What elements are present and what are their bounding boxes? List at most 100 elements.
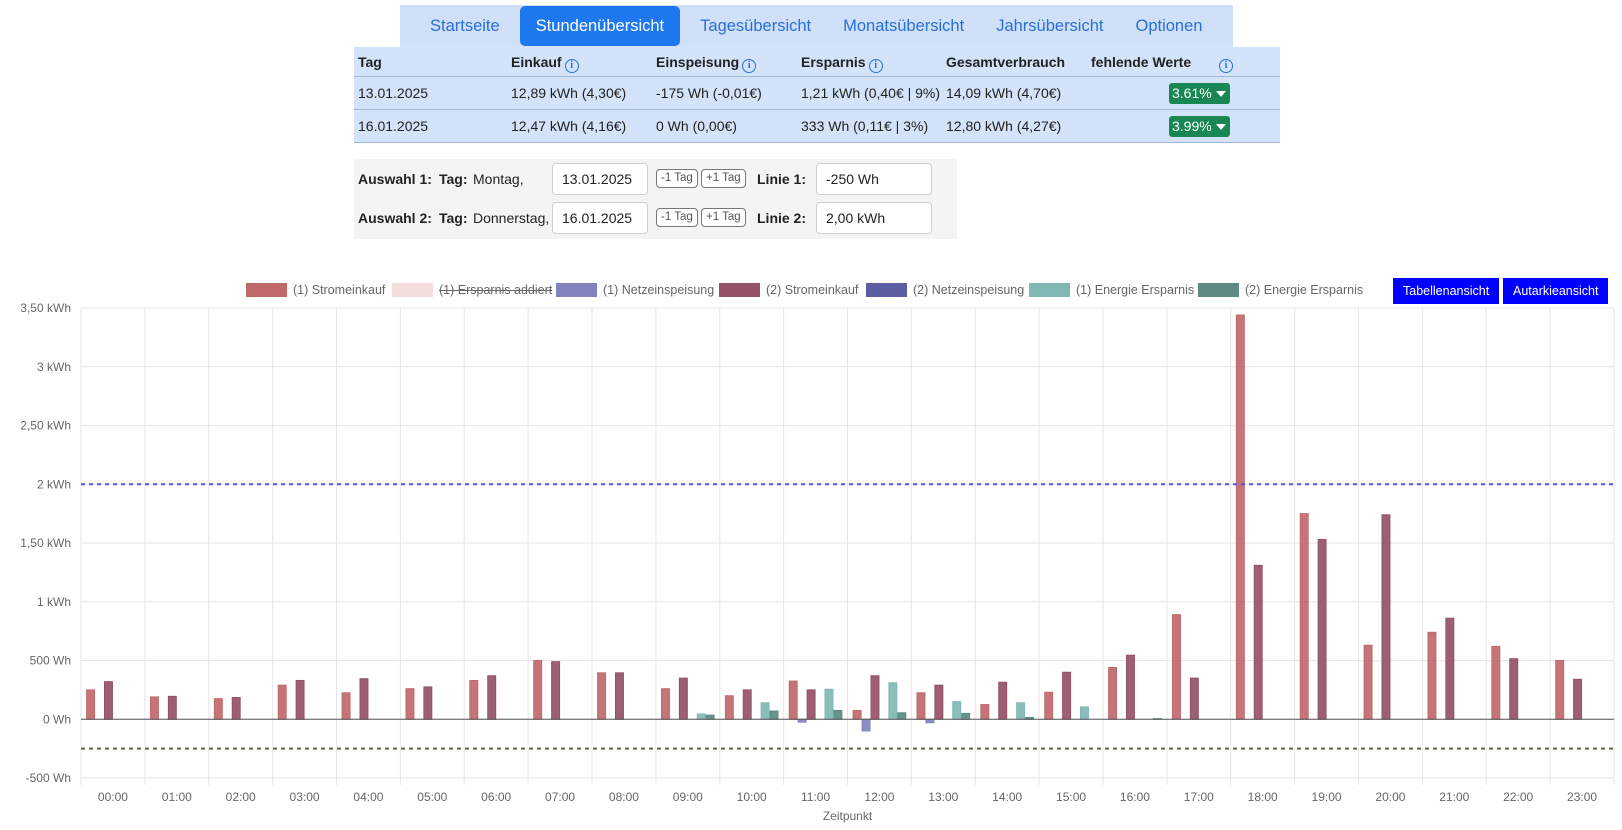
x-tick-label: 09:00	[673, 790, 703, 804]
legend-label: (1) Stromeinkauf	[293, 283, 386, 297]
x-tick-label: 11:00	[801, 790, 830, 804]
x-tick-label: 07:00	[545, 790, 575, 804]
x-tick-label: 15:00	[1056, 790, 1086, 804]
bar	[806, 689, 816, 720]
nav-startseite[interactable]: Startseite	[414, 6, 516, 46]
date-input[interactable]	[552, 163, 648, 195]
bar	[742, 689, 752, 720]
bar	[1125, 654, 1135, 720]
bar	[870, 675, 880, 720]
bar	[760, 702, 770, 720]
row-purchase: 12,89 kWh (4,30€)	[511, 85, 627, 101]
bar	[1044, 691, 1054, 720]
y-tick-label: -500 Wh	[26, 771, 71, 785]
bar	[660, 688, 670, 720]
bar	[103, 681, 113, 720]
day-label: Tag:	[439, 171, 468, 187]
legend-item[interactable]: (1) Energie Ersparnis	[1029, 280, 1194, 300]
missing-values-badge[interactable]: 3.61%	[1169, 83, 1230, 104]
legend-swatch	[1029, 283, 1070, 297]
bar	[167, 695, 177, 720]
legend-item[interactable]: (2) Energie Ersparnis	[1198, 280, 1363, 300]
missing-values-badge[interactable]: 3.99%	[1169, 116, 1230, 137]
x-axis-title: Zeitpunkt	[823, 809, 873, 823]
summary-row: 13.01.2025 12,89 kWh (4,30€) -175 Wh (-0…	[354, 77, 1280, 110]
legend-item[interactable]: (1) Ersparnis addiert	[392, 280, 552, 300]
legend-label: (1) Energie Ersparnis	[1076, 283, 1195, 297]
legend-item[interactable]: (2) Netzeinspeisung	[866, 280, 1024, 300]
info-icon[interactable]: i	[564, 59, 579, 73]
x-tick-label: 17:00	[1184, 790, 1214, 804]
nav-jahrsuebersicht[interactable]: Jahrsübersicht	[980, 6, 1119, 46]
selection-panel: Auswahl 1: Tag: Montag, -1 Tag +1 Tag Li…	[354, 159, 957, 239]
bar	[86, 689, 96, 720]
x-tick-label: 04:00	[353, 790, 383, 804]
legend-swatch	[1198, 283, 1239, 297]
nav-optionen-dropdown[interactable]: Optionen	[1120, 6, 1234, 70]
header-feed-in-label: Einspeisung	[656, 54, 740, 70]
legend-swatch	[392, 283, 433, 297]
bar	[597, 672, 607, 720]
legend-item[interactable]: (1) Stromeinkauf	[246, 280, 385, 300]
bar	[1573, 678, 1583, 720]
selection-row-2: Auswahl 2: Tag: Donnerstag, -1 Tag +1 Ta…	[354, 200, 957, 236]
line-value-input[interactable]	[816, 163, 932, 195]
legend-label: (2) Netzeinspeisung	[913, 283, 1025, 297]
bar	[961, 712, 971, 720]
weekday-text: Montag,	[473, 171, 524, 187]
row-total: 14,09 kWh (4,70€)	[946, 85, 1062, 101]
chart-legend: (1) Stromeinkauf (1) Ersparnis addiert (…	[0, 280, 1622, 300]
bar	[1491, 645, 1501, 720]
selection-label: Auswahl 1:	[358, 171, 432, 187]
y-tick-label: 3,50 kWh	[20, 301, 71, 315]
header-missing-info: i	[1216, 47, 1233, 77]
y-tick-label: 500 Wh	[30, 654, 71, 668]
y-tick-label: 1 kWh	[37, 595, 71, 609]
x-tick-label: 19:00	[1312, 790, 1342, 804]
x-tick-label: 08:00	[609, 790, 639, 804]
bar	[1016, 702, 1026, 720]
y-tick-label: 2 kWh	[37, 477, 71, 491]
nav-tagesuebersicht[interactable]: Tagesübersicht	[684, 6, 827, 46]
header-missing: fehlende Werte	[1091, 54, 1192, 70]
bar	[888, 682, 898, 720]
x-tick-label: 00:00	[98, 790, 128, 804]
legend-item[interactable]: (1) Netzeinspeisung	[556, 280, 714, 300]
caret-down-icon	[1215, 91, 1226, 98]
bar	[769, 710, 779, 720]
y-tick-label: 2,50 kWh	[20, 419, 71, 433]
summary-header-row: Tag Einkauf i Einspeisung i Ersparnis i Ges…	[354, 47, 1280, 77]
nav-stundenuebersicht[interactable]: Stundenübersicht	[519, 6, 681, 46]
x-tick-label: 13:00	[928, 790, 958, 804]
day-label: Tag:	[439, 210, 468, 226]
bar	[952, 701, 962, 720]
minus-day-button[interactable]: -1 Tag	[656, 208, 698, 227]
selection-label: Auswahl 2:	[358, 210, 432, 226]
bar	[1317, 538, 1327, 720]
bar	[696, 713, 706, 720]
legend-label: (2) Stromeinkauf	[766, 283, 859, 297]
row-day: 13.01.2025	[358, 85, 429, 101]
line-value-input[interactable]	[816, 202, 932, 234]
legend-label: (1) Netzeinspeisung	[603, 283, 715, 297]
x-tick-label: 22:00	[1503, 790, 1533, 804]
info-icon[interactable]: i	[1219, 59, 1233, 73]
bar	[1189, 677, 1199, 720]
bar	[833, 709, 843, 720]
info-icon[interactable]: i	[742, 59, 757, 73]
date-input[interactable]	[552, 202, 648, 234]
nav-optionen-label: Optionen	[1135, 17, 1203, 35]
bar	[213, 698, 223, 720]
row-feed-in: 0 Wh (0,00€)	[656, 118, 737, 134]
x-tick-label: 03:00	[290, 790, 320, 804]
info-icon[interactable]: i	[868, 59, 883, 73]
header-feed-in: Einspeisung i	[656, 47, 757, 77]
plus-day-button[interactable]: +1 Tag	[701, 169, 746, 188]
row-saving: 333 Wh (0,11€ | 3%)	[801, 118, 929, 134]
minus-day-button[interactable]: -1 Tag	[656, 169, 698, 188]
bar	[533, 660, 543, 720]
row-purchase: 12,47 kWh (4,16€)	[511, 118, 627, 134]
plus-day-button[interactable]: +1 Tag	[701, 208, 746, 227]
legend-item[interactable]: (2) Stromeinkauf	[719, 280, 858, 300]
nav-monatsuebersicht[interactable]: Monatsübersicht	[827, 6, 980, 46]
